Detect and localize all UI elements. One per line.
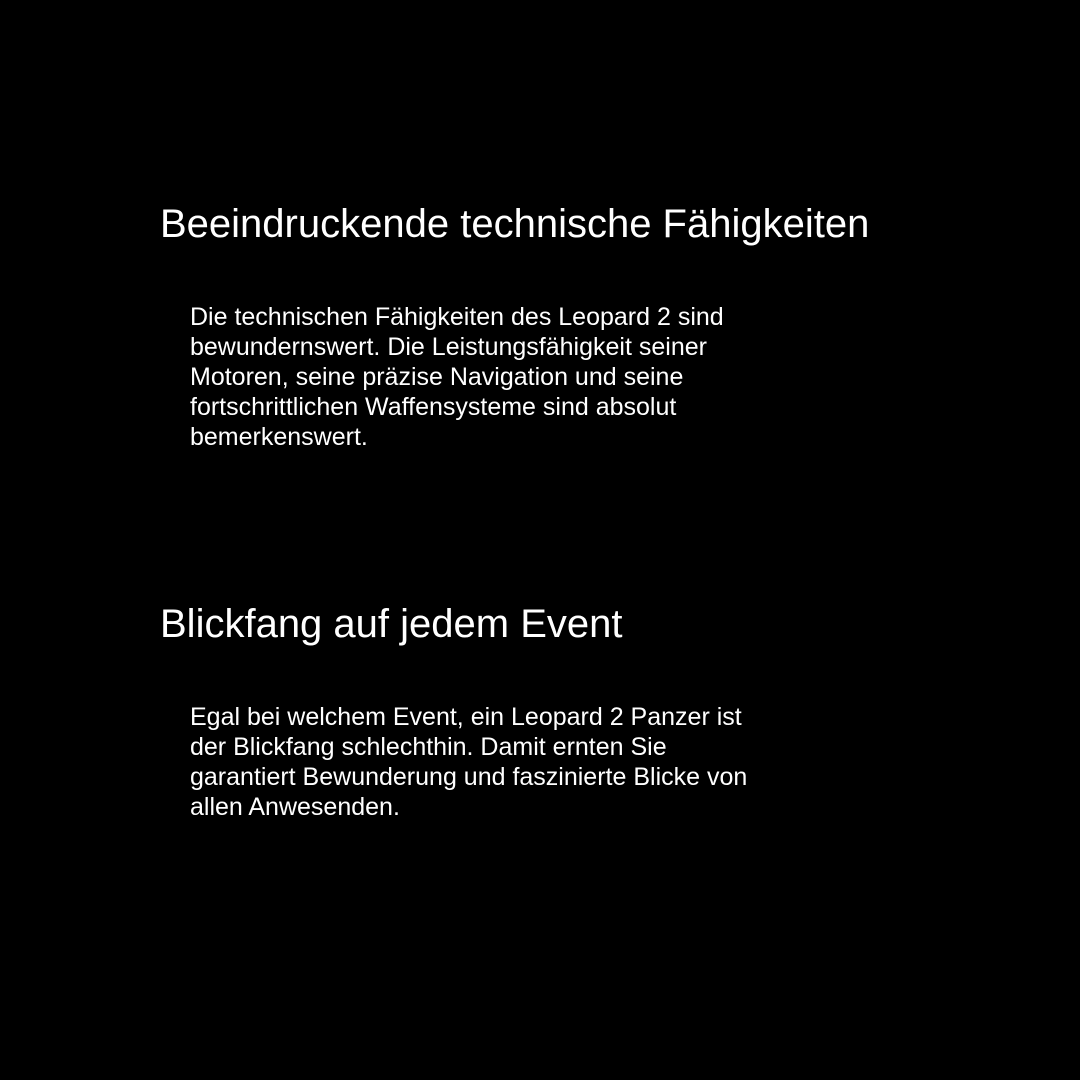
paragraph-line: Egal bei welchem Event, ein Leopard 2 Pa… bbox=[190, 703, 742, 731]
section-heading: Blickfang auf jedem Event bbox=[160, 602, 623, 646]
paragraph-line: allen Anwesenden. bbox=[190, 793, 400, 821]
section-technical-capabilities: Beeindruckende technische Fähigkeiten Di… bbox=[160, 200, 920, 452]
paragraph-line: der Blickfang schlechthin. Damit ernten … bbox=[190, 733, 667, 761]
section-paragraph: Egal bei welchem Event, ein Leopard 2 Pa… bbox=[190, 702, 920, 822]
paragraph-line: Die technischen Fähigkeiten des Leopard … bbox=[190, 303, 724, 331]
paragraph-line: bewundernswert. Die Leistungsfähigkeit s… bbox=[190, 333, 707, 361]
paragraph-line: fortschrittlichen Waffensysteme sind abs… bbox=[190, 393, 677, 421]
section-heading: Beeindruckende technische Fähigkeiten bbox=[160, 202, 870, 246]
section-paragraph: Die technischen Fähigkeiten des Leopard … bbox=[190, 302, 920, 452]
paragraph-line: Motoren, seine präzise Navigation und se… bbox=[190, 363, 684, 391]
section-event-eyecatcher: Blickfang auf jedem Event Egal bei welch… bbox=[160, 600, 920, 822]
paragraph-line: bemerkenswert. bbox=[190, 423, 368, 451]
page-canvas: Beeindruckende technische Fähigkeiten Di… bbox=[0, 0, 1080, 1080]
paragraph-line: garantiert Bewunderung und faszinierte B… bbox=[190, 763, 748, 791]
